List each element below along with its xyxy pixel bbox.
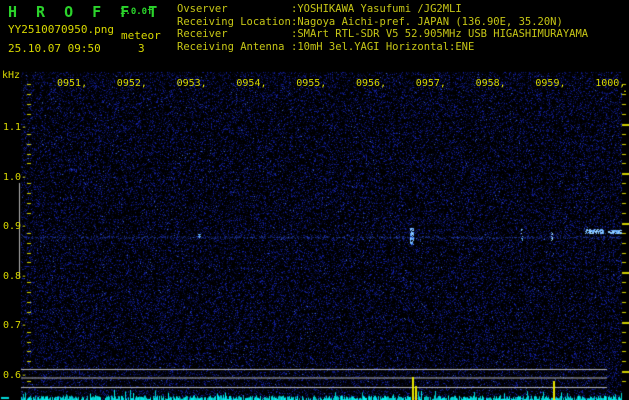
spectrogram-canvas [0, 0, 629, 400]
info-value: :Nagoya Aichi-pref. JAPAN (136.90E, 35.2… [291, 15, 563, 28]
x-axis-label: 1000, [595, 78, 626, 89]
y-axis-unit: kHz [2, 70, 21, 81]
info-value: :YOSHIKAWA Yasufumi /JG2MLI [291, 3, 462, 15]
app-version: 1.0.0f [120, 7, 153, 17]
x-axis-label: 0953, [176, 78, 207, 89]
x-axis-label: 0952, [116, 78, 147, 89]
info-row: Ovserver :YOSHIKAWA Yasufumi /JG2MLI [177, 3, 588, 16]
x-axis-label: 0955, [296, 78, 327, 89]
y-axis-label: 0.8- [3, 270, 28, 282]
info-label: Ovserver [177, 3, 228, 15]
hrofft-screen: H R O F F T 1.0.0f YY2510070950.png mete… [0, 0, 629, 400]
y-axis-label: 1.0- [3, 171, 28, 183]
info-row: Receiver :SMArt RTL-SDR V5 52.905MHz USB … [177, 28, 588, 41]
y-axis-label: 0.9- [3, 221, 28, 232]
y-axis-label: 1.1- [3, 122, 28, 133]
output-filename: YY2510070950.png [8, 23, 114, 36]
meteor-count: 3 [138, 42, 145, 55]
station-info-block: Ovserver:YOSHIKAWA Yasufumi /JG2MLI Recei… [177, 3, 588, 53]
info-label: Receiver [177, 28, 228, 41]
x-axis-label: 0959, [535, 78, 566, 89]
info-label: Receiving Antenna [177, 40, 285, 53]
x-axis-label: 0958, [475, 78, 506, 89]
mode-label: meteor [121, 29, 161, 42]
x-axis-label: 0956, [356, 78, 387, 89]
info-label: Receiving Location [177, 15, 291, 28]
y-axis-label: 0.7- [3, 320, 28, 331]
x-axis-label: 0951, [57, 78, 88, 89]
info-row: Receiving Antenna :10mH 3el.YAGI Horizont… [177, 41, 588, 54]
timestamp: 25.10.07 09:50 [8, 42, 101, 55]
y-axis-label: 0.6- [3, 369, 28, 381]
info-value: :SMArt RTL-SDR V5 52.905MHz USB HIGASHIM… [291, 28, 589, 41]
x-axis-label: 0957, [415, 78, 446, 89]
info-row: Receiving Location:Nagoya Aichi-pref. JA… [177, 16, 588, 29]
info-value: :10mH 3el.YAGI Horizontal:ENE [291, 40, 475, 53]
x-axis-label: 0954, [236, 78, 267, 89]
